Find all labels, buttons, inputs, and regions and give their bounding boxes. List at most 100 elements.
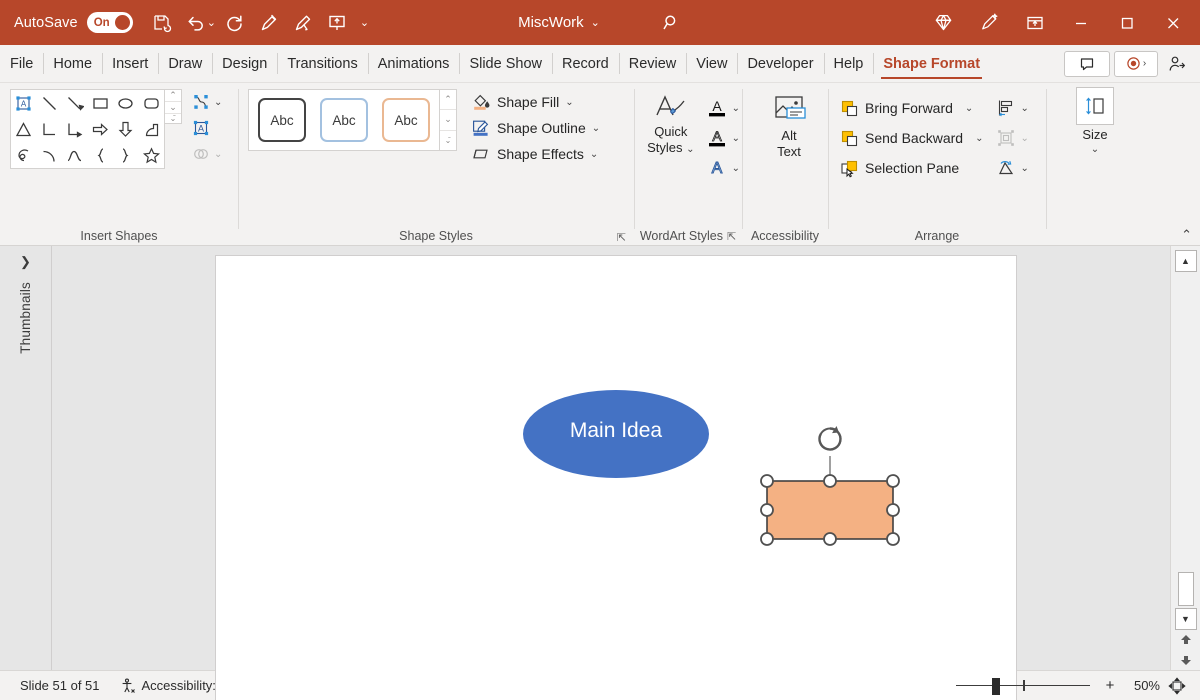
present-icon[interactable] <box>320 6 354 40</box>
rectangle-shape-icon[interactable] <box>88 90 114 116</box>
undo-chevron-down-icon[interactable]: ⌄ <box>207 16 216 29</box>
text-effects-chevron-down-icon[interactable]: ⌄ <box>732 163 740 174</box>
scroll-up-arrow-icon[interactable]: ▲ <box>1175 250 1197 272</box>
elbow-arrow-connector-shape-icon[interactable] <box>62 116 88 142</box>
close-icon[interactable] <box>1150 0 1196 45</box>
text-fill-chevron-down-icon[interactable]: ⌄ <box>732 103 740 114</box>
wordart-dialog-launcher-icon[interactable]: ⇱ <box>727 230 736 243</box>
document-title-chevron-down-icon[interactable]: ⌄ <box>591 16 600 29</box>
ribbon-display-options-icon[interactable] <box>1012 0 1058 45</box>
text-fill-button[interactable]: A ⌄ <box>704 93 742 123</box>
edit-shape-chevron-down-icon[interactable]: ⌄ <box>214 97 222 108</box>
tab-record[interactable]: Record <box>552 45 619 82</box>
minimize-icon[interactable] <box>1058 0 1104 45</box>
merge-shapes-button[interactable]: ⌄ <box>189 141 224 167</box>
shape-styles-dialog-launcher-icon[interactable]: ⇱ <box>617 231 626 244</box>
left-brace-shape-icon[interactable] <box>88 142 114 168</box>
rectangle-shape[interactable] <box>761 426 899 545</box>
tab-developer[interactable]: Developer <box>737 45 823 82</box>
group-objects-chevron-down-icon[interactable]: ⌄ <box>1020 133 1028 144</box>
align-objects-button[interactable]: ⌄ <box>993 93 1031 123</box>
right-arrow-shape-icon[interactable] <box>88 116 114 142</box>
styles-more-icon[interactable]: ⌄̄ <box>440 131 456 150</box>
tab-review[interactable]: Review <box>619 45 687 82</box>
tab-file[interactable]: File <box>0 45 43 82</box>
group-objects-button[interactable]: ⌄ <box>993 123 1031 153</box>
shape-effects-button[interactable]: Shape Effects ⌄ <box>467 141 604 167</box>
rounded-rectangle-shape-icon[interactable] <box>139 90 165 116</box>
document-title[interactable]: MiscWork ⌄ <box>518 14 600 31</box>
selection-pane-button[interactable]: Selection Pane <box>836 153 987 183</box>
alt-text-button[interactable]: Alt Text <box>758 89 820 159</box>
scrollbar-thumb[interactable] <box>1178 572 1194 606</box>
shape-style-thumb-dark[interactable]: Abc <box>258 98 306 142</box>
shape-outline-chevron-down-icon[interactable]: ⌄ <box>592 123 600 134</box>
autosave-toggle[interactable]: On <box>87 12 133 33</box>
tab-transitions[interactable]: Transitions <box>277 45 367 82</box>
text-effects-button[interactable]: A ⌄ <box>704 153 742 183</box>
edit-shape-button[interactable]: ⌄ <box>189 89 224 115</box>
line-shape-icon[interactable] <box>37 90 63 116</box>
pie-shape-icon[interactable] <box>139 116 165 142</box>
quick-styles-button[interactable]: Quick Styles ⌄ <box>642 89 700 157</box>
shapes-gallery[interactable]: A <box>10 89 165 169</box>
shape-outline-button[interactable]: Shape Outline ⌄ <box>467 115 604 141</box>
collapse-ribbon-icon[interactable]: ⌃ <box>1181 227 1192 243</box>
tab-insert[interactable]: Insert <box>102 45 158 82</box>
rotate-objects-button[interactable]: ⌄ <box>993 153 1031 183</box>
send-backward-chevron-down-icon[interactable]: ⌄ <box>975 133 983 144</box>
zoom-slider[interactable] <box>948 674 1098 698</box>
qat-more-chevron-icon[interactable]: ⌄ <box>360 16 369 29</box>
size-icon[interactable] <box>1076 87 1114 125</box>
right-brace-shape-icon[interactable] <box>113 142 139 168</box>
line-arrow-shape-icon[interactable] <box>62 90 88 116</box>
maximize-icon[interactable] <box>1104 0 1150 45</box>
curve-shape-icon[interactable] <box>62 142 88 168</box>
star-shape-icon[interactable] <box>139 142 165 168</box>
premium-diamond-icon[interactable] <box>920 0 966 45</box>
save-icon[interactable] <box>145 6 179 40</box>
shape-styles-scrollbar[interactable]: ⌃ ⌄ ⌄̄ <box>440 89 457 151</box>
pen-icon[interactable] <box>252 6 286 40</box>
size-button[interactable]: Size ⌄ <box>1068 87 1122 155</box>
arc-shape-icon[interactable] <box>37 142 63 168</box>
styles-scroll-down-icon[interactable]: ⌄ <box>440 110 456 130</box>
styles-scroll-up-icon[interactable]: ⌃ <box>440 90 456 110</box>
record-button[interactable]: › <box>1114 51 1158 77</box>
bring-forward-button[interactable]: Bring Forward ⌄ <box>836 93 987 123</box>
shape-styles-gallery[interactable]: Abc Abc Abc <box>248 89 440 151</box>
scroll-down-arrow-icon[interactable]: ▼ <box>1175 608 1197 630</box>
comment-icon[interactable] <box>1064 51 1110 77</box>
share-person-icon[interactable] <box>1162 49 1192 79</box>
next-slide-icon[interactable] <box>1175 650 1197 670</box>
tab-design[interactable]: Design <box>212 45 277 82</box>
redo-icon[interactable] <box>218 6 252 40</box>
rotation-handle[interactable] <box>819 426 840 450</box>
shapes-gallery-scrollbar[interactable]: ⌃ ⌄ ⌄̄ <box>165 89 182 124</box>
designer-pen-icon[interactable] <box>966 0 1012 45</box>
quick-styles-chevron-down-icon[interactable]: ⌄ <box>686 144 694 155</box>
draw-text-box-button[interactable]: A <box>189 115 224 141</box>
highlighter-icon[interactable] <box>286 6 320 40</box>
thumbnails-expand-chevron-icon[interactable]: ❯ <box>20 254 31 270</box>
record-chevron-icon[interactable]: › <box>1143 58 1146 69</box>
align-objects-chevron-down-icon[interactable]: ⌄ <box>1020 103 1028 114</box>
shape-fill-button[interactable]: Shape Fill ⌄ <box>467 89 604 115</box>
size-chevron-down-icon[interactable]: ⌄ <box>1091 144 1099 155</box>
tab-slide-show[interactable]: Slide Show <box>459 45 552 82</box>
ellipse-main-idea[interactable] <box>523 390 709 478</box>
zoom-slider-thumb[interactable] <box>992 678 1000 695</box>
shape-fill-chevron-down-icon[interactable]: ⌄ <box>565 97 573 108</box>
shape-effects-chevron-down-icon[interactable]: ⌄ <box>590 149 598 160</box>
bring-forward-chevron-down-icon[interactable]: ⌄ <box>965 103 973 114</box>
tab-animations[interactable]: Animations <box>368 45 460 82</box>
shape-style-thumb-blue[interactable]: Abc <box>320 98 368 142</box>
fit-slide-to-window-icon[interactable] <box>1164 677 1190 695</box>
thumbnails-label[interactable]: Thumbnails <box>18 282 33 354</box>
text-outline-button[interactable]: A ⌄ <box>704 123 742 153</box>
thumbnails-rail[interactable]: ❯ Thumbnails <box>0 246 52 670</box>
send-backward-button[interactable]: Send Backward ⌄ <box>836 123 987 153</box>
tab-view[interactable]: View <box>686 45 737 82</box>
prev-slide-icon[interactable] <box>1175 630 1197 650</box>
search-icon[interactable] <box>660 12 682 34</box>
